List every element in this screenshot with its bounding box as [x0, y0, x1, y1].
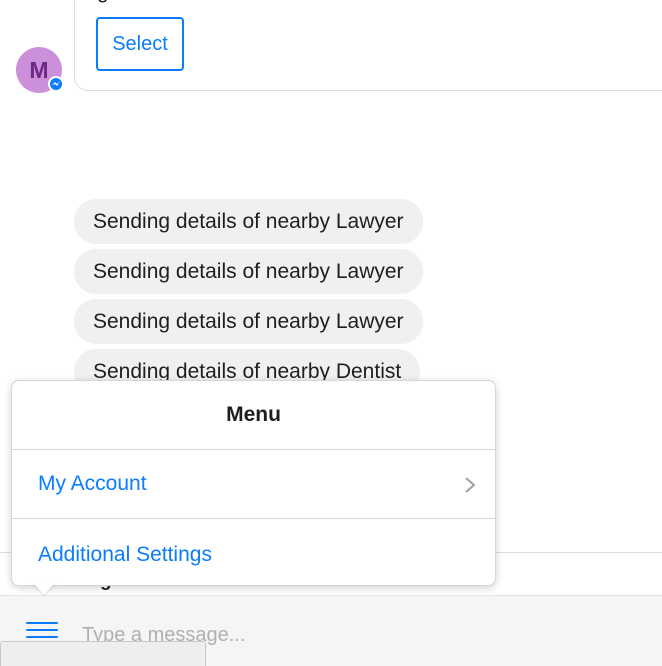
message-bubble: Sending details of nearby Lawyer — [74, 299, 423, 344]
menu-item-my-account[interactable]: My Account — [12, 450, 495, 519]
card-title-clipped: g — [97, 0, 109, 4]
message-bubble: Sending details of nearby Lawyer — [74, 249, 423, 294]
menu-title: Menu — [12, 381, 495, 450]
bottom-panel-tab — [0, 641, 206, 666]
select-button[interactable]: Select — [96, 17, 184, 71]
message-bubble: Sending details of nearby Lawyer — [74, 199, 423, 244]
generic-template-card: g Select — [74, 0, 662, 91]
menu-item-label: My Account — [38, 472, 147, 495]
menu-item-additional-settings[interactable]: Additional Settings — [12, 520, 495, 589]
menu-item-label: Additional Settings — [38, 542, 212, 566]
popover-arrow — [33, 583, 55, 595]
chevron-right-icon — [465, 477, 476, 493]
messenger-badge-icon — [48, 76, 64, 92]
persistent-menu-popover: Menu My Account Additional Settings — [11, 380, 496, 586]
